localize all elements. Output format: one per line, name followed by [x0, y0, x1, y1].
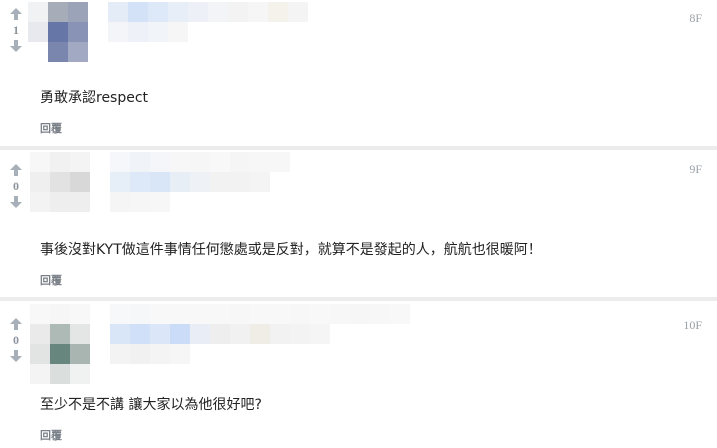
- comment-list: 1 8F 勇敢承認respect 回覆 0 9F 事後沒對KYT做這件事情任何懲…: [0, 0, 717, 448]
- redacted-avatar-and-username: [30, 304, 410, 384]
- vote-count: 1: [13, 23, 19, 37]
- arrow-up-icon[interactable]: [6, 162, 26, 178]
- arrow-down-icon[interactable]: [6, 194, 26, 210]
- divider: [0, 297, 717, 301]
- floor-number: 9F: [689, 162, 702, 176]
- reply-button[interactable]: 回覆: [40, 272, 62, 288]
- vote-count: 0: [13, 179, 19, 193]
- comment-text: 至少不是不講 讓大家以為他很好吧?: [40, 397, 262, 413]
- vote-widget: 1: [6, 6, 26, 54]
- arrow-down-icon[interactable]: [6, 348, 26, 364]
- comment-item: 0: [0, 151, 717, 297]
- vote-widget: 0: [6, 162, 26, 210]
- comment-item: 0: [0, 302, 717, 448]
- vote-count: 0: [13, 333, 19, 347]
- comment-item: 1 8F 勇敢承認respect 回覆: [0, 0, 717, 146]
- reply-button[interactable]: 回覆: [40, 427, 62, 443]
- floor-number: 8F: [689, 11, 702, 25]
- arrow-down-icon[interactable]: [6, 38, 26, 54]
- redacted-avatar-and-username: [30, 152, 290, 212]
- divider: [0, 146, 717, 150]
- comment-text: 事後沒對KYT做這件事情任何懲處或是反對，就算不是發起的人，航航也很暖阿！: [40, 242, 542, 258]
- reply-button[interactable]: 回覆: [40, 120, 62, 136]
- floor-number: 10F: [683, 318, 702, 332]
- arrow-up-icon[interactable]: [6, 6, 26, 22]
- vote-widget: 0: [6, 316, 26, 364]
- arrow-up-icon[interactable]: [6, 316, 26, 332]
- redacted-avatar-and-username: [28, 2, 308, 62]
- comment-text: 勇敢承認respect: [40, 90, 149, 106]
